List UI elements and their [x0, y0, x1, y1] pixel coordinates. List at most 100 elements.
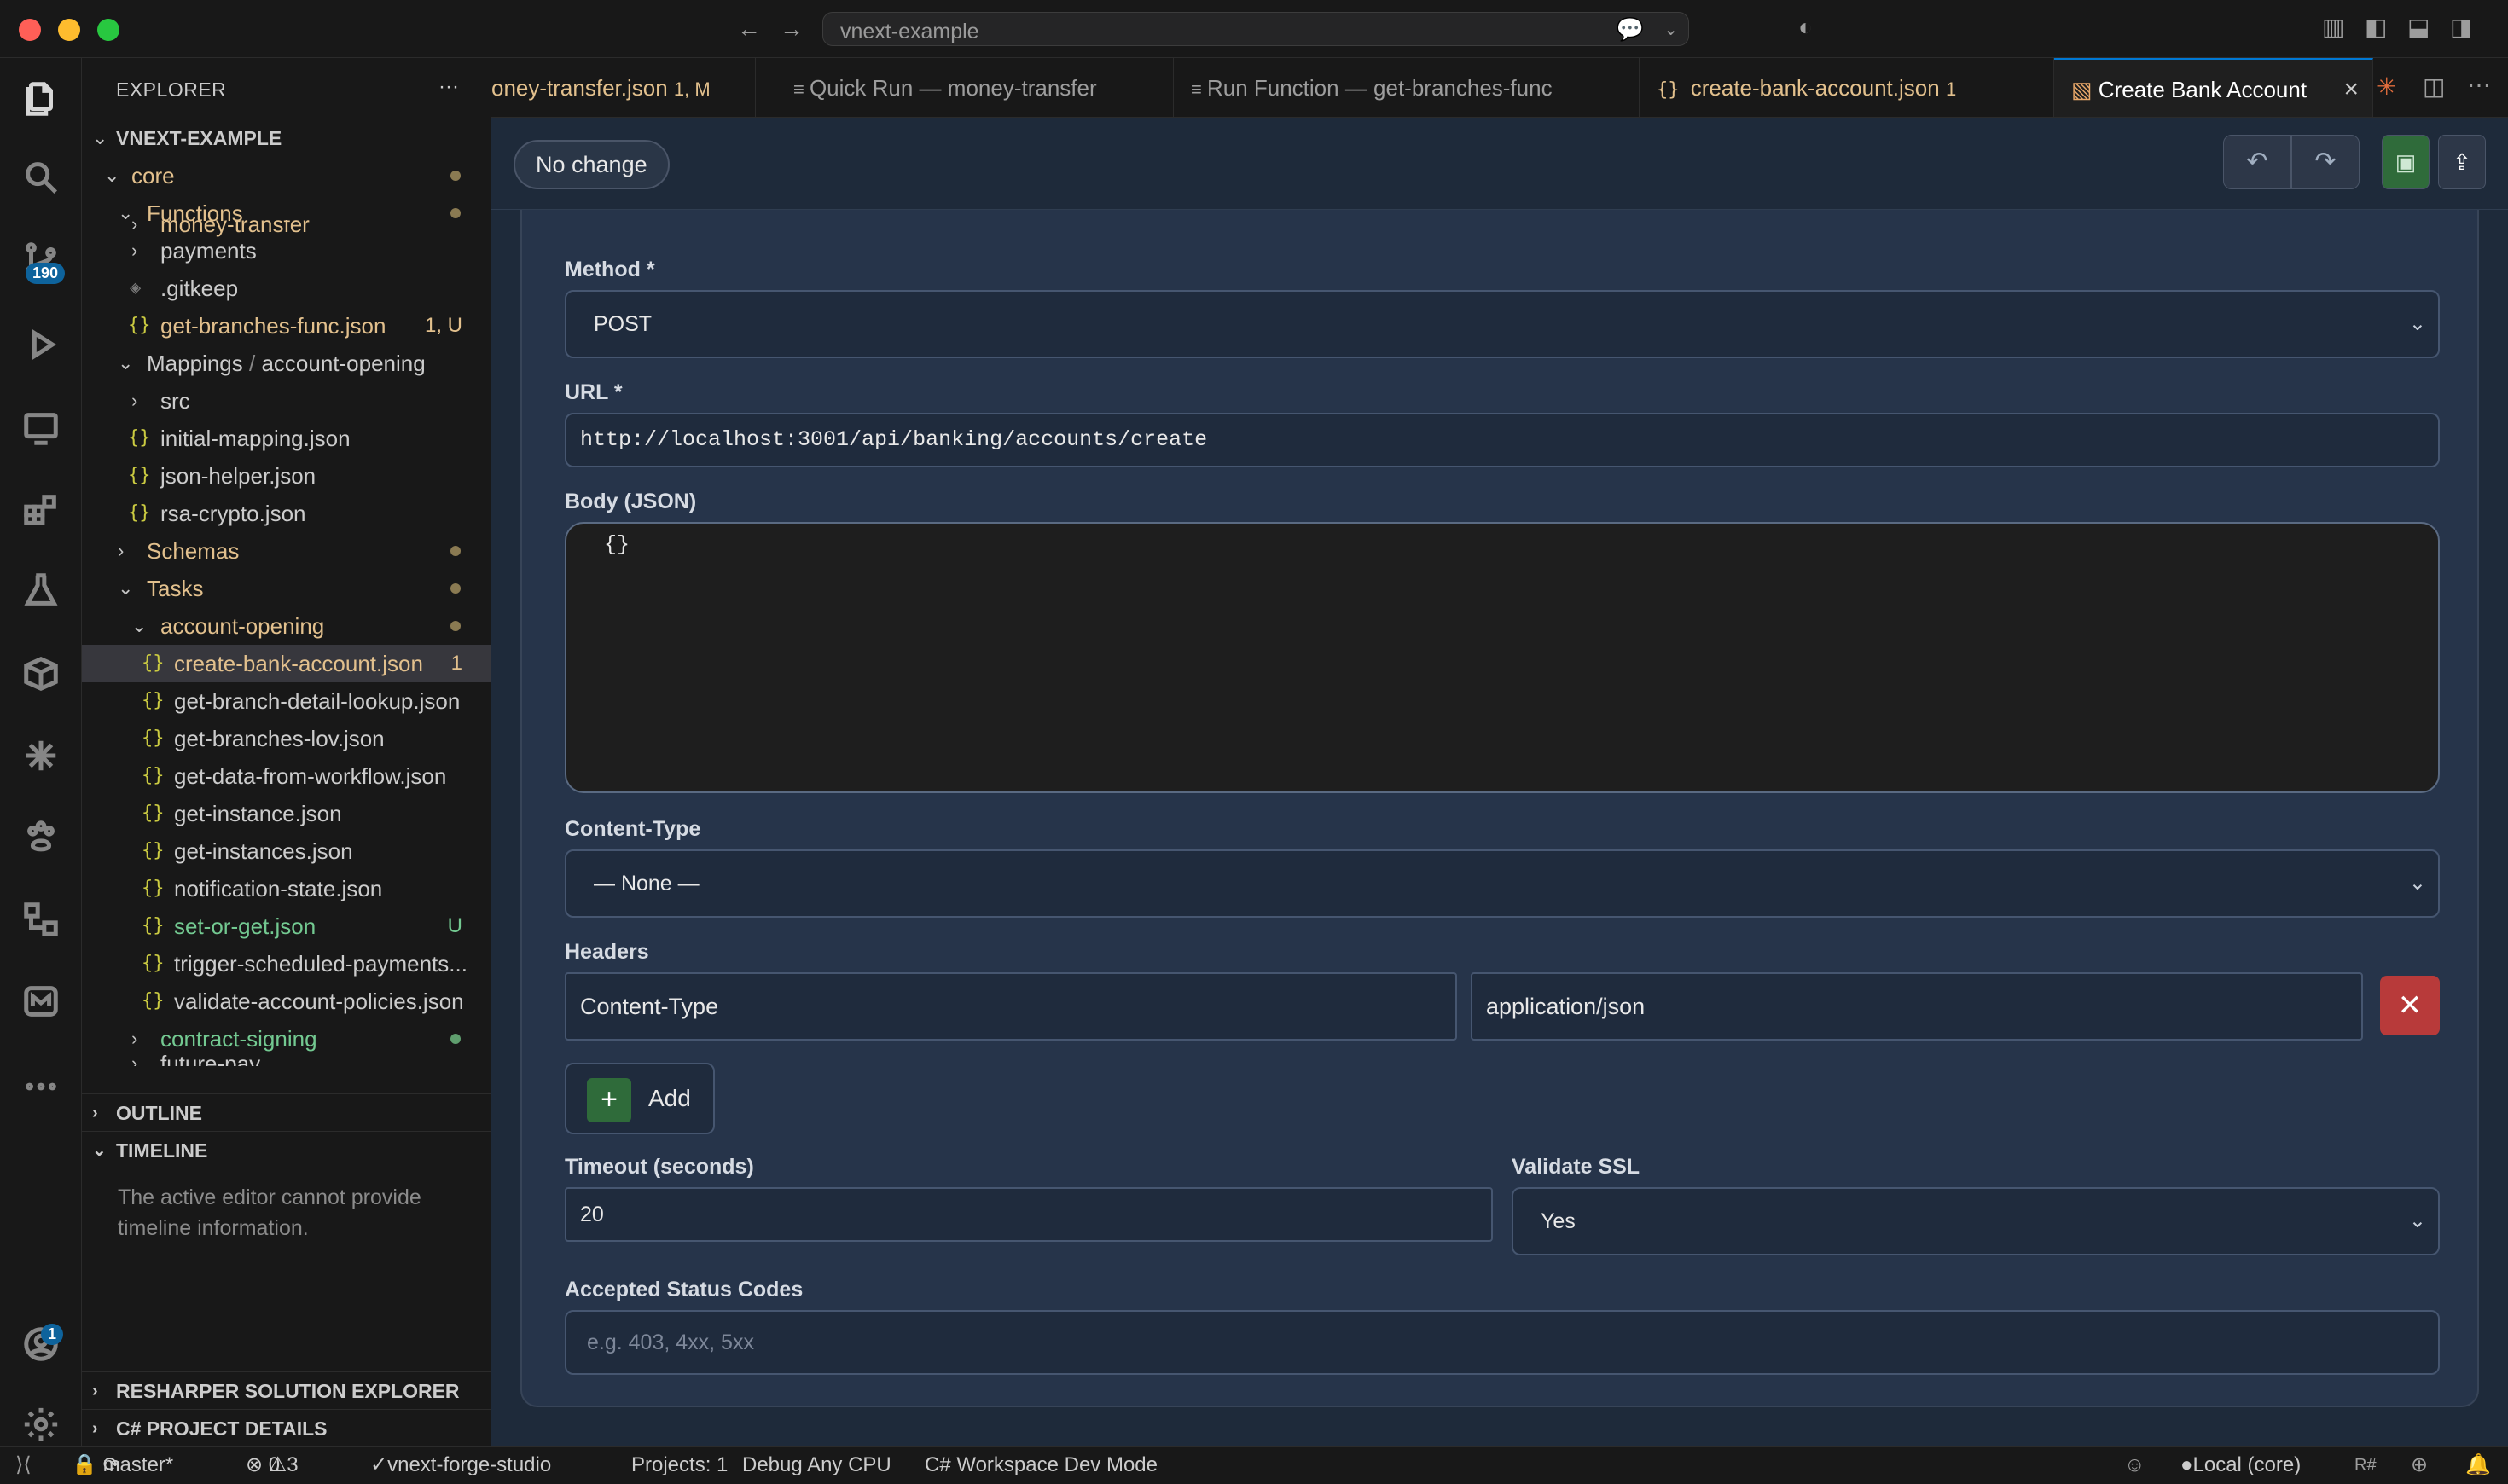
- redo-button[interactable]: ↷: [2291, 135, 2360, 189]
- timeline-section[interactable]: ⌄ TIMELINE: [82, 1131, 491, 1168]
- paw-icon[interactable]: [19, 815, 63, 860]
- timeline-empty-message: The active editor cannot provide timelin…: [118, 1185, 421, 1240]
- package-box-icon[interactable]: [19, 652, 63, 696]
- url-input[interactable]: http://localhost:3001/api/banking/accoun…: [565, 413, 2440, 467]
- copilot-status-icon[interactable]: ☺: [2124, 1447, 2145, 1483]
- chat-icon[interactable]: 💬: [1617, 17, 1644, 41]
- customize-layout-icon[interactable]: ▥: [2322, 15, 2344, 39]
- resharper-section[interactable]: › RESHARPER SOLUTION EXPLORER: [82, 1371, 491, 1409]
- tree-folder-future-pay[interactable]: › future-pay: [82, 1052, 491, 1066]
- run-debug-icon[interactable]: [19, 322, 63, 367]
- toggle-panel-icon[interactable]: ⬓: [2407, 15, 2430, 39]
- settings-gear-icon[interactable]: [19, 1402, 63, 1446]
- header-key-input[interactable]: Content-Type: [565, 972, 1457, 1041]
- tree-file-trigger-scheduled-payments[interactable]: {} trigger-scheduled-payments...: [82, 945, 491, 983]
- tree-file-json-helper[interactable]: {} json-helper.json: [82, 457, 491, 495]
- tree-file-notification-state[interactable]: {} notification-state.json: [82, 870, 491, 907]
- copilot-icon[interactable]: ◐: [1798, 15, 1813, 39]
- remove-header-button[interactable]: ✕: [2380, 976, 2440, 1035]
- search-icon[interactable]: [19, 155, 63, 200]
- chevron-down-icon[interactable]: ⌄: [1663, 18, 1678, 42]
- workspace-mode[interactable]: C# Workspace Dev Mode: [925, 1447, 1158, 1483]
- save-button[interactable]: ▣: [2382, 135, 2430, 189]
- export-button[interactable]: ⇪: [2438, 135, 2486, 189]
- close-tab-icon[interactable]: ×: [2343, 60, 2359, 117]
- minimize-window-button[interactable]: [58, 19, 80, 41]
- header-value-input[interactable]: application/json: [1471, 972, 2363, 1041]
- csharp-project-section[interactable]: › C# PROJECT DETAILS: [82, 1409, 491, 1446]
- toggle-secondary-sidebar-icon[interactable]: ◨: [2450, 15, 2472, 39]
- tree-file-rsa-crypto[interactable]: {} rsa-crypto.json: [82, 495, 491, 532]
- validate-ssl-select[interactable]: Yes ⌄: [1512, 1187, 2440, 1255]
- tree-file-get-branches-func[interactable]: {} get-branches-func.json 1, U: [82, 307, 491, 345]
- tree-file-initial-mapping[interactable]: {} initial-mapping.json: [82, 420, 491, 457]
- tree-folder-tasks[interactable]: ⌄ Tasks: [82, 570, 491, 607]
- extensions-icon[interactable]: [19, 488, 63, 532]
- command-center-search[interactable]: vnext-example 💬 ⌄: [822, 12, 1689, 46]
- tree-folder-core[interactable]: ⌄ core: [82, 157, 491, 194]
- tree-folder-account-opening[interactable]: ⌄ account-opening: [82, 607, 491, 645]
- form-editor: No change ↶ ↷ ▣ ⇪ Method * POST ⌄ URL * …: [491, 118, 2508, 1446]
- testing-flask-icon[interactable]: [19, 568, 63, 612]
- tab-quick-run[interactable]: ≡ Quick Run — money-transfer: [776, 58, 1174, 117]
- content-type-select[interactable]: — None — ⌄: [565, 849, 2440, 918]
- tree-file-get-instance[interactable]: {} get-instance.json: [82, 795, 491, 832]
- tab-create-bank-account-json[interactable]: {} create-bank-account.json 1: [1640, 58, 2054, 117]
- toggle-sidebar-icon[interactable]: ◧: [2365, 15, 2387, 39]
- accepted-status-codes-input[interactable]: e.g. 403, 4xx, 5xx: [565, 1310, 2440, 1375]
- explorer-more-button[interactable]: ···: [438, 75, 459, 99]
- method-select[interactable]: POST ⌄: [565, 290, 2440, 358]
- local-core-status[interactable]: ● Local (core): [2180, 1447, 2301, 1483]
- spark-icon[interactable]: ✳: [2377, 75, 2396, 99]
- tree-file-gitkeep[interactable]: ◈ .gitkeep: [82, 270, 491, 307]
- form-toolbar: No change ↶ ↷ ▣ ⇪: [491, 118, 2508, 210]
- outline-section[interactable]: › OUTLINE: [82, 1093, 491, 1131]
- explorer-root[interactable]: ⌄ VNEXT-EXAMPLE: [82, 119, 491, 157]
- close-window-button[interactable]: [19, 19, 41, 41]
- tree-folder-payments[interactable]: › payments: [82, 232, 491, 270]
- problems-indicator[interactable]: ⊗ 0 ⚠ 3: [246, 1447, 299, 1483]
- projects-count[interactable]: Projects: 1: [631, 1447, 728, 1483]
- more-actions-icon[interactable]: ⋯: [2467, 73, 2491, 97]
- flow-icon[interactable]: [19, 897, 63, 942]
- tree-file-get-data-from-workflow[interactable]: {} get-data-from-workflow.json: [82, 757, 491, 795]
- resharper-icon[interactable]: R#: [2354, 1447, 2377, 1483]
- project-check[interactable]: ✓ vnext-forge-studio: [370, 1447, 551, 1483]
- body-json-editor[interactable]: {}: [565, 522, 2440, 793]
- tree-file-get-branches-lov[interactable]: {} get-branches-lov.json: [82, 720, 491, 757]
- tree-file-create-bank-account[interactable]: {} create-bank-account.json 1: [82, 645, 491, 682]
- more-icon[interactable]: [19, 1064, 63, 1109]
- remote-explorer-icon[interactable]: [19, 406, 63, 450]
- remote-icon[interactable]: ⟩⟨: [15, 1447, 32, 1483]
- chevron-down-icon: ⌄: [2408, 872, 2426, 895]
- mail-app-icon[interactable]: [19, 979, 63, 1023]
- zoom-window-button[interactable]: [97, 19, 119, 41]
- tab-run-function[interactable]: ≡ Run Function — get-branches-func: [1174, 58, 1640, 117]
- back-arrow-icon[interactable]: ←: [737, 17, 761, 41]
- tree-file-get-branch-detail-lookup[interactable]: {} get-branch-detail-lookup.json: [82, 682, 491, 720]
- tab-money-transfer-json[interactable]: oney-transfer.json 1, M: [491, 58, 756, 117]
- notifications-bell-icon[interactable]: 🔔: [2465, 1447, 2491, 1483]
- account-badge: 1: [41, 1324, 64, 1345]
- tree-folder-src[interactable]: › src: [82, 382, 491, 420]
- debug-config[interactable]: Debug Any CPU: [742, 1447, 891, 1483]
- asterisk-icon[interactable]: [19, 733, 63, 778]
- csharp-icon[interactable]: ⊕: [2411, 1447, 2428, 1483]
- tree-folder-mappings[interactable]: ⌄ Mappings / account-opening: [82, 345, 491, 382]
- chevron-down-icon: ⌄: [2408, 312, 2426, 335]
- explorer-title: EXPLORER: [116, 78, 227, 101]
- split-editor-icon[interactable]: ◫: [2423, 75, 2445, 99]
- activity-bar: 190 1: [0, 58, 82, 1446]
- tab-create-bank-account[interactable]: ▧ Create Bank Account ×: [2054, 58, 2373, 117]
- tree-file-set-or-get[interactable]: {} set-or-get.json U: [82, 907, 491, 945]
- timeout-input[interactable]: 20: [565, 1187, 1493, 1242]
- explorer-icon[interactable]: [19, 77, 63, 121]
- tree-folder-schemas[interactable]: › Schemas: [82, 532, 491, 570]
- tree-file-get-instances[interactable]: {} get-instances.json: [82, 832, 491, 870]
- undo-button[interactable]: ↶: [2223, 135, 2291, 189]
- add-header-button[interactable]: + Add: [565, 1063, 715, 1134]
- method-label: Method *: [565, 258, 655, 281]
- forward-arrow-icon[interactable]: →: [780, 17, 804, 41]
- branch-indicator[interactable]: 🔒 master* ⟳: [72, 1447, 173, 1483]
- tree-file-validate-account-policies[interactable]: {} validate-account-policies.json: [82, 983, 491, 1020]
